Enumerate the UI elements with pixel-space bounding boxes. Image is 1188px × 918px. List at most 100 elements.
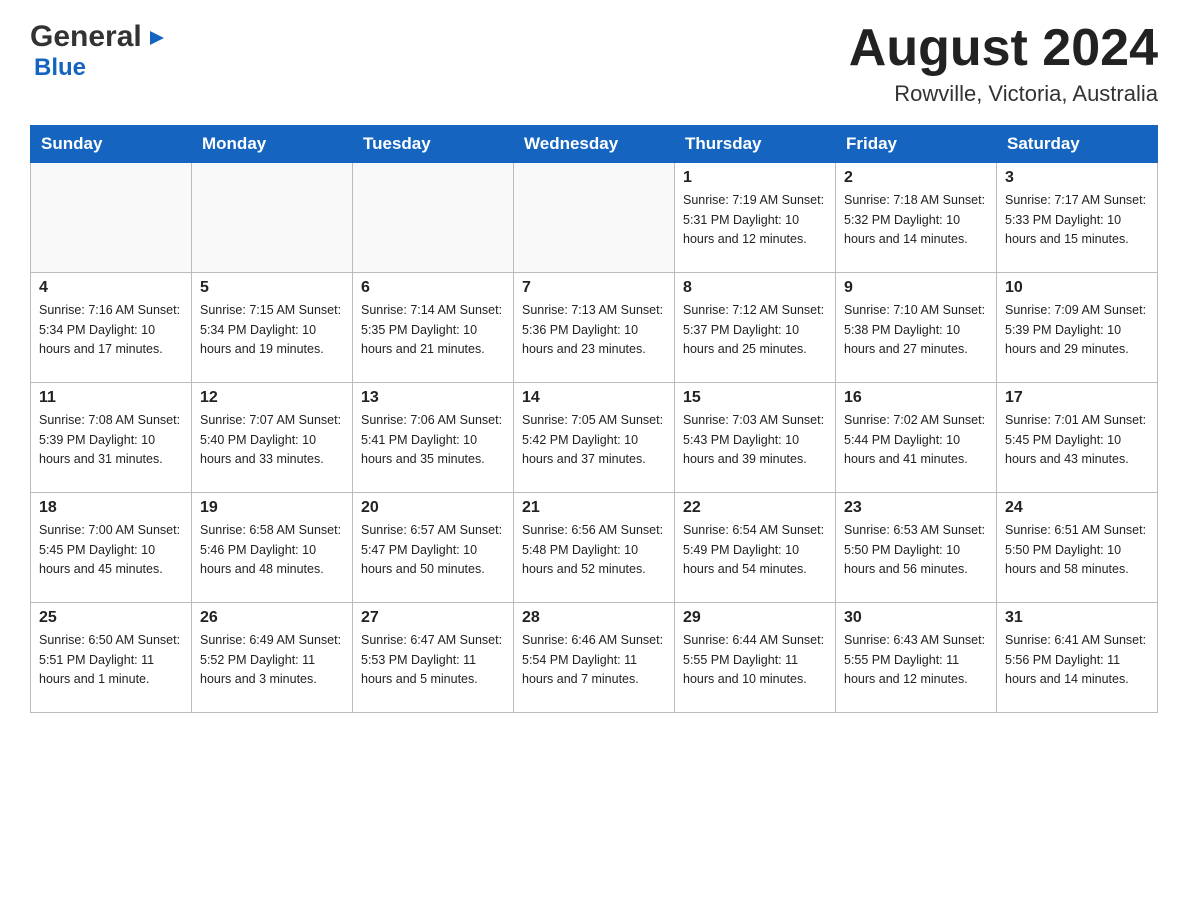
- day-info: Sunrise: 6:54 AM Sunset: 5:49 PM Dayligh…: [683, 521, 827, 579]
- day-info: Sunrise: 7:02 AM Sunset: 5:44 PM Dayligh…: [844, 411, 988, 469]
- day-number: 23: [844, 499, 988, 517]
- day-of-week-header: Sunday: [31, 126, 192, 163]
- week-row: 1 Sunrise: 7:19 AM Sunset: 5:31 PM Daylig…: [31, 163, 1158, 273]
- calendar-cell: 28 Sunrise: 6:46 AM Sunset: 5:54 PM Dayli…: [514, 603, 675, 713]
- logo-triangle-icon: [144, 27, 166, 49]
- day-info: Sunrise: 7:08 AM Sunset: 5:39 PM Dayligh…: [39, 411, 183, 469]
- day-info: Sunrise: 7:19 AM Sunset: 5:31 PM Dayligh…: [683, 191, 827, 249]
- calendar-table: SundayMondayTuesdayWednesdayThursdayFrid…: [30, 125, 1158, 713]
- logo-general-text: General: [30, 20, 142, 54]
- day-number: 9: [844, 279, 988, 297]
- day-number: 18: [39, 499, 183, 517]
- calendar-cell: 11 Sunrise: 7:08 AM Sunset: 5:39 PM Dayli…: [31, 383, 192, 493]
- day-number: 28: [522, 609, 666, 627]
- day-info: Sunrise: 6:47 AM Sunset: 5:53 PM Dayligh…: [361, 631, 505, 689]
- day-of-week-header: Saturday: [997, 126, 1158, 163]
- week-row: 4 Sunrise: 7:16 AM Sunset: 5:34 PM Daylig…: [31, 273, 1158, 383]
- day-info: Sunrise: 7:09 AM Sunset: 5:39 PM Dayligh…: [1005, 301, 1149, 359]
- day-info: Sunrise: 7:14 AM Sunset: 5:35 PM Dayligh…: [361, 301, 505, 359]
- day-info: Sunrise: 7:01 AM Sunset: 5:45 PM Dayligh…: [1005, 411, 1149, 469]
- calendar-cell: 3Sunrise: 7:17 AM Sunset: 5:33 PM Daylig…: [997, 163, 1158, 273]
- calendar-cell: 30 Sunrise: 6:43 AM Sunset: 5:55 PM Dayli…: [836, 603, 997, 713]
- day-info: Sunrise: 7:13 AM Sunset: 5:36 PM Dayligh…: [522, 301, 666, 359]
- day-info: Sunrise: 7:00 AM Sunset: 5:45 PM Dayligh…: [39, 521, 183, 579]
- day-info: Sunrise: 6:51 AM Sunset: 5:50 PM Dayligh…: [1005, 521, 1149, 579]
- day-info: Sunrise: 6:44 AM Sunset: 5:55 PM Dayligh…: [683, 631, 827, 689]
- logo: General Blue: [30, 20, 166, 82]
- calendar-cell: 9 Sunrise: 7:10 AM Sunset: 5:38 PM Daylig…: [836, 273, 997, 383]
- day-number: 19: [200, 499, 344, 517]
- calendar-cell: 8 Sunrise: 7:12 AM Sunset: 5:37 PM Daylig…: [675, 273, 836, 383]
- day-info: Sunrise: 6:53 AM Sunset: 5:50 PM Dayligh…: [844, 521, 988, 579]
- day-number: 15: [683, 389, 827, 407]
- day-info: Sunrise: 7:06 AM Sunset: 5:41 PM Dayligh…: [361, 411, 505, 469]
- week-row: 25 Sunrise: 6:50 AM Sunset: 5:51 PM Dayli…: [31, 603, 1158, 713]
- calendar-body: 1 Sunrise: 7:19 AM Sunset: 5:31 PM Daylig…: [31, 163, 1158, 713]
- subtitle: Rowville, Victoria, Australia: [849, 81, 1158, 107]
- calendar-cell: 22Sunrise: 6:54 AM Sunset: 5:49 PM Dayli…: [675, 493, 836, 603]
- day-number: 27: [361, 609, 505, 627]
- day-number: 29: [683, 609, 827, 627]
- day-number: 7: [522, 279, 666, 297]
- day-number: 16: [844, 389, 988, 407]
- calendar-cell: 14Sunrise: 7:05 AM Sunset: 5:42 PM Dayli…: [514, 383, 675, 493]
- calendar-cell: 24 Sunrise: 6:51 AM Sunset: 5:50 PM Dayli…: [997, 493, 1158, 603]
- day-number: 5: [200, 279, 344, 297]
- day-number: 21: [522, 499, 666, 517]
- day-number: 31: [1005, 609, 1149, 627]
- day-number: 8: [683, 279, 827, 297]
- day-info: Sunrise: 6:46 AM Sunset: 5:54 PM Dayligh…: [522, 631, 666, 689]
- week-row: 18 Sunrise: 7:00 AM Sunset: 5:45 PM Dayli…: [31, 493, 1158, 603]
- main-title: August 2024: [849, 20, 1158, 77]
- day-of-week-header: Monday: [192, 126, 353, 163]
- day-info: Sunrise: 6:49 AM Sunset: 5:52 PM Dayligh…: [200, 631, 344, 689]
- calendar-cell: 17Sunrise: 7:01 AM Sunset: 5:45 PM Dayli…: [997, 383, 1158, 493]
- day-info: Sunrise: 7:10 AM Sunset: 5:38 PM Dayligh…: [844, 301, 988, 359]
- day-number: 11: [39, 389, 183, 407]
- day-of-week-header: Friday: [836, 126, 997, 163]
- calendar-cell: [192, 163, 353, 273]
- day-info: Sunrise: 6:57 AM Sunset: 5:47 PM Dayligh…: [361, 521, 505, 579]
- day-info: Sunrise: 6:43 AM Sunset: 5:55 PM Dayligh…: [844, 631, 988, 689]
- day-info: Sunrise: 7:18 AM Sunset: 5:32 PM Dayligh…: [844, 191, 988, 249]
- calendar-cell: 25 Sunrise: 6:50 AM Sunset: 5:51 PM Dayli…: [31, 603, 192, 713]
- page-header: General Blue August 2024 Rowville, Victo…: [30, 20, 1158, 107]
- day-number: 30: [844, 609, 988, 627]
- calendar-cell: 19Sunrise: 6:58 AM Sunset: 5:46 PM Dayli…: [192, 493, 353, 603]
- calendar-cell: 31Sunrise: 6:41 AM Sunset: 5:56 PM Dayli…: [997, 603, 1158, 713]
- calendar-cell: [514, 163, 675, 273]
- calendar-cell: [353, 163, 514, 273]
- days-of-week-row: SundayMondayTuesdayWednesdayThursdayFrid…: [31, 126, 1158, 163]
- day-info: Sunrise: 7:17 AM Sunset: 5:33 PM Dayligh…: [1005, 191, 1149, 249]
- day-of-week-header: Tuesday: [353, 126, 514, 163]
- day-info: Sunrise: 7:07 AM Sunset: 5:40 PM Dayligh…: [200, 411, 344, 469]
- day-info: Sunrise: 7:16 AM Sunset: 5:34 PM Dayligh…: [39, 301, 183, 359]
- day-number: 4: [39, 279, 183, 297]
- day-number: 24: [1005, 499, 1149, 517]
- day-number: 10: [1005, 279, 1149, 297]
- day-info: Sunrise: 6:50 AM Sunset: 5:51 PM Dayligh…: [39, 631, 183, 689]
- calendar-cell: 2 Sunrise: 7:18 AM Sunset: 5:32 PM Daylig…: [836, 163, 997, 273]
- day-number: 1: [683, 169, 827, 187]
- day-info: Sunrise: 7:12 AM Sunset: 5:37 PM Dayligh…: [683, 301, 827, 359]
- day-number: 20: [361, 499, 505, 517]
- calendar-header: SundayMondayTuesdayWednesdayThursdayFrid…: [31, 126, 1158, 163]
- day-info: Sunrise: 7:03 AM Sunset: 5:43 PM Dayligh…: [683, 411, 827, 469]
- calendar-cell: 20 Sunrise: 6:57 AM Sunset: 5:47 PM Dayli…: [353, 493, 514, 603]
- calendar-cell: 16 Sunrise: 7:02 AM Sunset: 5:44 PM Dayli…: [836, 383, 997, 493]
- calendar-cell: 10 Sunrise: 7:09 AM Sunset: 5:39 PM Dayli…: [997, 273, 1158, 383]
- day-number: 2: [844, 169, 988, 187]
- day-of-week-header: Thursday: [675, 126, 836, 163]
- calendar-cell: 23 Sunrise: 6:53 AM Sunset: 5:50 PM Dayli…: [836, 493, 997, 603]
- day-number: 12: [200, 389, 344, 407]
- day-number: 14: [522, 389, 666, 407]
- calendar-cell: 15 Sunrise: 7:03 AM Sunset: 5:43 PM Dayli…: [675, 383, 836, 493]
- calendar-cell: 4 Sunrise: 7:16 AM Sunset: 5:34 PM Daylig…: [31, 273, 192, 383]
- calendar-cell: 18 Sunrise: 7:00 AM Sunset: 5:45 PM Dayli…: [31, 493, 192, 603]
- calendar-cell: 21Sunrise: 6:56 AM Sunset: 5:48 PM Dayli…: [514, 493, 675, 603]
- calendar-cell: 26Sunrise: 6:49 AM Sunset: 5:52 PM Dayli…: [192, 603, 353, 713]
- calendar-cell: 1 Sunrise: 7:19 AM Sunset: 5:31 PM Daylig…: [675, 163, 836, 273]
- day-of-week-header: Wednesday: [514, 126, 675, 163]
- day-number: 25: [39, 609, 183, 627]
- day-info: Sunrise: 7:15 AM Sunset: 5:34 PM Dayligh…: [200, 301, 344, 359]
